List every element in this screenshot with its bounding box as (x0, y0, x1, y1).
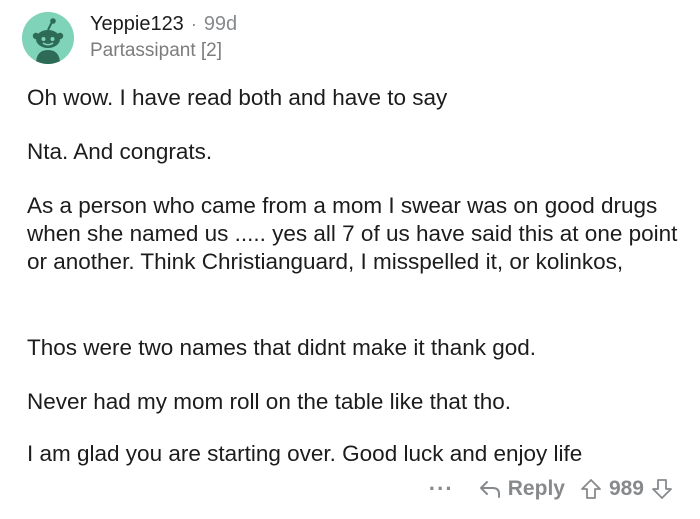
reply-label: Reply (507, 477, 565, 500)
comment-paragraph: As a person who came from a mom I swear … (27, 193, 678, 274)
vote-score: 989 (608, 477, 644, 500)
meta-separator: · (190, 14, 197, 34)
reply-button[interactable]: Reply (478, 477, 565, 501)
vote-controls: 989 (579, 477, 674, 501)
comment-paragraph: Nta. And congrats. (27, 139, 213, 164)
comment-age: 99d (203, 13, 238, 35)
user-flair: Partassipant [2] (90, 40, 223, 61)
reply-arrow-icon (478, 478, 502, 500)
more-options-button[interactable]: ··· (429, 478, 454, 500)
comment-paragraph: Oh wow. I have read both and have to say (27, 85, 448, 110)
comment-paragraph: I am glad you are starting over. Good lu… (27, 441, 583, 466)
comment: Yeppie123 · 99d Partassipant [2] Oh wow.… (0, 0, 700, 519)
downvote-arrow-icon[interactable] (650, 477, 674, 501)
comment-paragraph: Never had my mom roll on the table like … (27, 389, 511, 414)
comment-meta: Yeppie123 · 99d Partassipant [2] (90, 12, 237, 62)
upvote-arrow-icon[interactable] (579, 477, 603, 501)
comment-actions: ··· Reply 989 (429, 477, 674, 501)
snoo-avatar-icon (22, 12, 74, 64)
avatar[interactable] (22, 12, 74, 64)
username[interactable]: Yeppie123 (90, 12, 184, 36)
comment-paragraph: Thos were two names that didnt make it t… (27, 335, 537, 360)
